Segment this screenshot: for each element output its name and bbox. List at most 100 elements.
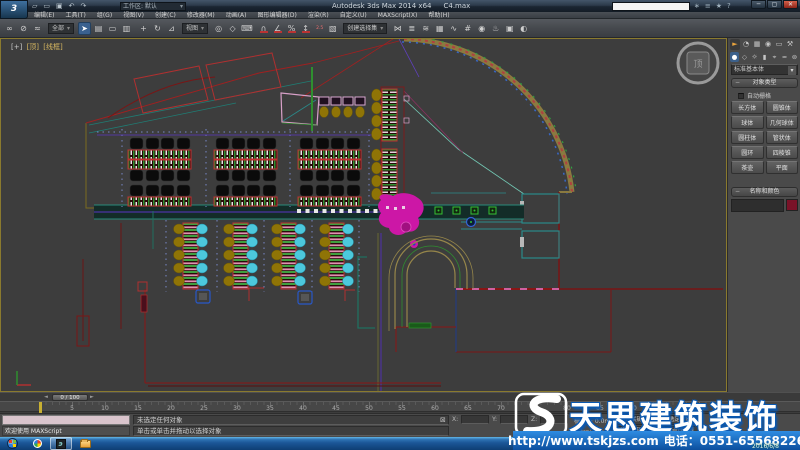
menu-item[interactable]: 修改器(M) (187, 12, 215, 18)
name-color-rollout[interactable]: −名称和颜色 (731, 187, 798, 197)
mirror-icon[interactable]: ⋈ (391, 22, 404, 35)
helpers-icon[interactable]: ⌖ (770, 52, 779, 62)
set-key-button[interactable]: 设置关键点 (612, 426, 656, 436)
key-filters-button[interactable]: 关键点过滤器... (658, 426, 702, 436)
spinner-snap-icon[interactable]: ↕ (299, 22, 312, 35)
viewport-menu-view[interactable]: [顶] (27, 43, 39, 51)
next-frame-arrow[interactable]: ► (90, 394, 94, 400)
menu-item[interactable]: MAXScript(X) (378, 12, 418, 18)
menu-item[interactable]: 图形编辑器(D) (258, 12, 297, 18)
tab-motion-icon[interactable]: ◉ (763, 39, 773, 50)
y-coordinate-field[interactable] (500, 415, 528, 424)
object-type-rollout[interactable]: −对象类型 (731, 78, 798, 88)
auto-key-button[interactable]: 自动关键点 (612, 415, 656, 425)
undo-icon[interactable]: ↶ (69, 1, 75, 11)
rectangular-region-icon[interactable]: ▭ (106, 22, 119, 35)
primitive-button[interactable]: 长方体 (731, 101, 764, 114)
viewport-menu-general[interactable]: [+] (11, 43, 22, 51)
select-manipulate-icon[interactable]: ◇ (226, 22, 239, 35)
material-editor-icon[interactable]: ◉ (475, 22, 488, 35)
edit-named-selections-icon[interactable]: ▧ (326, 22, 339, 35)
maxscript-mini-listener[interactable] (2, 415, 130, 425)
use-pivot-center-icon[interactable]: ◎ (212, 22, 225, 35)
tab-create-icon[interactable]: ► (730, 39, 740, 50)
new-file-icon[interactable]: ▱ (32, 1, 37, 11)
time-slider[interactable]: ◄ 0 / 100 ► (0, 392, 800, 401)
geometry-icon[interactable]: ● (730, 52, 739, 62)
shapes-icon[interactable]: ◇ (740, 52, 749, 62)
start-button[interactable] (7, 438, 18, 449)
cameras-icon[interactable]: ▮ (760, 52, 769, 62)
taskbar-folder-icon[interactable] (74, 437, 96, 450)
application-menu-button[interactable]: 3 (0, 0, 28, 19)
menu-item[interactable]: 组(G) (97, 12, 112, 18)
coordinate-system-dropdown[interactable]: 视图▾ (182, 23, 208, 34)
tab-utilities-icon[interactable]: ⚒ (785, 39, 795, 50)
selection-filter-dropdown[interactable]: 全部▾ (48, 23, 74, 34)
select-and-link-icon[interactable]: ∞ (3, 22, 16, 35)
select-rotate-icon[interactable]: ↻ (151, 22, 164, 35)
floor-plan-canvas[interactable]: 顶 (1, 39, 726, 391)
primitive-button[interactable]: 茶壶 (731, 161, 764, 174)
primitive-button[interactable]: 四棱锥 (766, 146, 799, 159)
primitive-button[interactable]: 圆锥体 (766, 101, 799, 114)
rendered-frame-icon[interactable]: ▣ (503, 22, 516, 35)
prev-frame-arrow[interactable]: ◄ (44, 394, 48, 400)
primitive-button[interactable]: 平面 (766, 161, 799, 174)
x-coordinate-field[interactable] (461, 415, 489, 424)
angle-snap-icon[interactable]: ∠ (271, 22, 284, 35)
minimize-button[interactable]: ─ (751, 0, 766, 9)
window-crossing-icon[interactable]: ▥ (120, 22, 133, 35)
add-time-tag[interactable]: 添加时间标记 (574, 428, 610, 437)
viewcube[interactable]: 顶 (678, 43, 718, 83)
object-color-swatch[interactable] (786, 199, 798, 211)
menu-item[interactable]: 帮助(H) (428, 12, 449, 18)
render-setup-icon[interactable]: ♨ (489, 22, 502, 35)
unlink-selection-icon[interactable]: ⊘ (17, 22, 30, 35)
autogrid-checkbox[interactable] (738, 93, 744, 99)
taskbar-pinwheel-icon[interactable] (26, 437, 48, 450)
track-bar[interactable]: 5101520253035404550556065707580859095100 (0, 401, 800, 412)
graphite-ribbon-icon[interactable]: ▦ (433, 22, 446, 35)
infocenter-search[interactable] (612, 2, 690, 11)
layer-manager-icon[interactable]: ≋ (419, 22, 432, 35)
communication-center-icon[interactable]: ≡ (705, 1, 711, 11)
object-name-input[interactable] (731, 199, 784, 212)
workspace-dropdown[interactable]: 工作区: 默认▾ (120, 2, 186, 11)
named-selection-dropdown[interactable]: 创建选择集▾ (343, 23, 387, 34)
menu-item[interactable]: 自定义(U) (340, 12, 367, 18)
select-move-icon[interactable]: + (137, 22, 150, 35)
close-button[interactable]: ✕ (783, 0, 798, 9)
viewport-top[interactable]: [+] [顶] [线框] (0, 38, 727, 392)
z-coordinate-field[interactable] (540, 415, 568, 424)
align-icon[interactable]: ≣ (405, 22, 418, 35)
help-icon[interactable]: ? (727, 1, 731, 11)
open-file-icon[interactable]: ▭ (43, 1, 50, 11)
primitive-category-dropdown[interactable]: ▾标准基本体 (731, 64, 798, 75)
lights-icon[interactable]: ☼ (750, 52, 759, 62)
maximize-button[interactable]: ▢ (767, 0, 782, 9)
viewport-menu-shading[interactable]: [线框] (43, 43, 62, 51)
menu-item[interactable]: 工具(T) (65, 12, 85, 18)
search-history-icon[interactable]: ∗ (694, 1, 700, 11)
schematic-view-icon[interactable]: # (461, 22, 474, 35)
keyboard-override-icon[interactable]: ⌨ (240, 22, 253, 35)
bind-to-spacewarp-icon[interactable]: ≈ (31, 22, 44, 35)
snap-toggle-icon[interactable]: ∩ (257, 22, 270, 35)
select-object-icon[interactable]: ➤ (78, 22, 91, 35)
render-production-icon[interactable]: ◐ (517, 22, 530, 35)
select-scale-icon[interactable]: ⊿ (165, 22, 178, 35)
select-by-name-icon[interactable]: ▤ (92, 22, 105, 35)
menu-item[interactable]: 创建(C) (155, 12, 176, 18)
save-file-icon[interactable]: ▣ (56, 1, 63, 11)
tab-hierarchy-icon[interactable]: ▦ (752, 39, 762, 50)
primitive-button[interactable]: 管状体 (766, 131, 799, 144)
menu-item[interactable]: 渲染(R) (308, 12, 329, 18)
primitive-button[interactable]: 球体 (731, 116, 764, 129)
menu-item[interactable]: 编辑(E) (34, 12, 54, 18)
time-slider-handle[interactable]: 0 / 100 (52, 394, 88, 401)
systems-icon[interactable]: ⊚ (790, 52, 799, 62)
selection-lock-icon[interactable]: ⊠ (440, 416, 446, 424)
percent-snap-icon[interactable]: % (285, 22, 298, 35)
redo-icon[interactable]: ↷ (81, 1, 87, 11)
